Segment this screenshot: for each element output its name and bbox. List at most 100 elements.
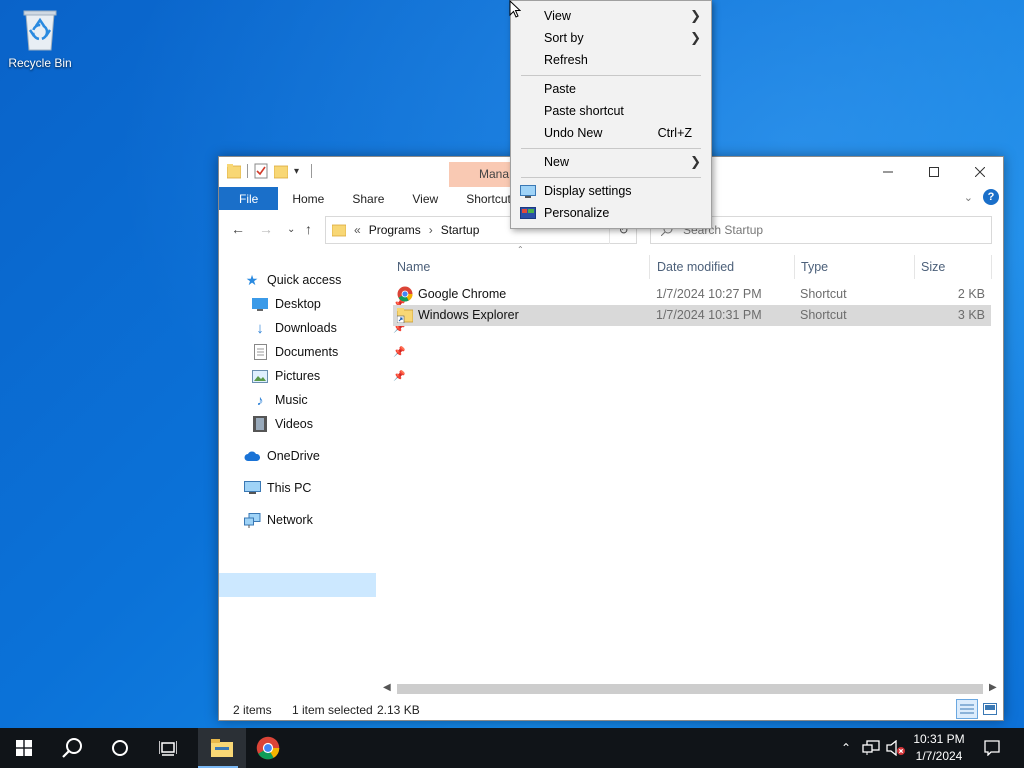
column-divider[interactable] [794, 255, 795, 279]
horizontal-scrollbar[interactable]: ◀ ▶ [381, 682, 1003, 696]
scroll-left-icon[interactable]: ◀ [383, 682, 391, 693]
task-view-button[interactable] [144, 728, 192, 768]
nav-desktop[interactable]: Desktop 📌 [251, 293, 405, 315]
taskbar-chrome[interactable] [244, 728, 292, 768]
cortana-button[interactable] [96, 728, 144, 768]
new-folder-icon[interactable] [274, 163, 288, 179]
menu-item-paste[interactable]: Paste [511, 78, 711, 100]
column-header-date-modified[interactable]: Date modified [657, 253, 734, 281]
nav-pictures-label: Pictures [275, 369, 321, 383]
minimize-button[interactable] [865, 157, 911, 187]
toolbar-divider [311, 164, 313, 178]
menu-item-label: View [544, 9, 571, 23]
folder-icon [332, 224, 346, 237]
nav-this-pc-label: This PC [267, 481, 312, 495]
nav-network[interactable]: Network [243, 509, 313, 531]
breadcrumb-separator-icon[interactable]: › [429, 223, 433, 237]
large-icons-view-button[interactable] [979, 699, 1001, 719]
taskbar: ⌃ 10:31 PM 1/7/2024 [0, 728, 1024, 768]
nav-quick-access-label: Quick access [267, 273, 342, 287]
forward-icon[interactable]: → [259, 221, 273, 237]
customize-toolbar-icon[interactable]: ▾ [294, 166, 299, 177]
menu-item-label: Paste [544, 82, 576, 96]
menu-item-new[interactable]: New ❯ [511, 151, 711, 173]
search-button[interactable] [48, 728, 96, 768]
menu-separator [521, 177, 701, 178]
nav-onedrive-label: OneDrive [267, 449, 320, 463]
nav-pictures[interactable]: Pictures 📌 [251, 365, 405, 387]
column-header-name[interactable]: Name [397, 253, 430, 281]
windows-logo-icon [16, 740, 32, 756]
file-date-modified: 1/7/2024 10:27 PM [656, 287, 762, 301]
recycle-bin-label: Recycle Bin [8, 56, 72, 70]
start-button[interactable] [0, 728, 48, 768]
tab-share[interactable]: Share [338, 187, 398, 210]
menu-item-label: Paste shortcut [544, 104, 624, 118]
help-icon[interactable]: ? [983, 189, 999, 205]
folder-icon [227, 164, 241, 179]
address-overflow[interactable]: « [354, 223, 361, 237]
nav-quick-access[interactable]: ★ Quick access [243, 269, 342, 291]
menu-item-undo-new[interactable]: Undo New Ctrl+Z [511, 122, 711, 144]
properties-icon[interactable] [254, 163, 268, 179]
toolbar-divider [247, 164, 248, 178]
nav-downloads[interactable]: ↓ Downloads 📌 [251, 317, 405, 339]
menu-item-display-settings[interactable]: Display settings [511, 180, 711, 202]
nav-videos[interactable]: Videos [251, 413, 313, 435]
network-tray-button[interactable] [860, 728, 882, 768]
tab-home[interactable]: Home [278, 187, 338, 210]
file-row-selected[interactable]: Windows Explorer 1/7/2024 10:31 PM Short… [393, 305, 991, 326]
details-view-button[interactable] [956, 699, 978, 719]
status-bar: 2 items 1 item selected 2.13 KB [219, 699, 1003, 721]
close-button[interactable] [957, 157, 1003, 187]
taskbar-file-explorer[interactable] [198, 728, 246, 768]
scrollbar-thumb[interactable] [397, 684, 983, 694]
column-divider[interactable] [991, 255, 992, 279]
cortana-icon [112, 740, 128, 756]
back-icon[interactable]: ← [231, 221, 245, 237]
menu-item-sort-by[interactable]: Sort by ❯ [511, 27, 711, 49]
nav-this-pc[interactable]: This PC [243, 477, 311, 499]
tab-file[interactable]: File [219, 187, 279, 210]
nav-downloads-label: Downloads [275, 321, 337, 335]
expand-ribbon-icon[interactable]: ⌄ [964, 191, 973, 204]
nav-network-label: Network [267, 513, 313, 527]
nav-music[interactable]: ♪ Music [251, 389, 308, 411]
desktop-icon [251, 296, 269, 312]
nav-documents[interactable]: Documents 📌 [251, 341, 405, 363]
tab-view[interactable]: View [398, 187, 452, 210]
menu-item-label: Personalize [544, 206, 610, 220]
column-header-type[interactable]: Type [801, 253, 828, 281]
action-center-button[interactable] [978, 728, 1006, 768]
recycle-bin[interactable]: Recycle Bin [4, 6, 76, 70]
pictures-icon [251, 368, 269, 384]
submenu-arrow-icon: ❯ [690, 30, 701, 45]
desktop-context-menu: View ❯ Sort by ❯ Refresh Paste Paste sho… [510, 0, 712, 229]
breadcrumb-programs[interactable]: Programs [369, 223, 421, 237]
nav-onedrive[interactable]: OneDrive [243, 445, 320, 467]
close-icon [975, 167, 985, 177]
menu-item-personalize[interactable]: Personalize [511, 202, 711, 224]
menu-item-view[interactable]: View ❯ [511, 5, 711, 27]
file-row[interactable]: Google Chrome 1/7/2024 10:27 PM Shortcut… [393, 284, 991, 305]
manage-tab-header[interactable]: Mana [449, 162, 513, 187]
menu-item-paste-shortcut[interactable]: Paste shortcut [511, 100, 711, 122]
show-hidden-icons-button[interactable]: ⌃ [836, 728, 856, 768]
nav-selection-highlight [219, 573, 376, 597]
breadcrumb-startup[interactable]: Startup [441, 223, 480, 237]
scroll-right-icon[interactable]: ▶ [989, 682, 997, 693]
navigation-pane: ★ Quick access Desktop 📌 ↓ Downloads 📌 D… [219, 253, 405, 683]
menu-item-refresh[interactable]: Refresh [511, 49, 711, 71]
column-header-size[interactable]: Size [921, 253, 945, 281]
column-divider[interactable] [914, 255, 915, 279]
file-date-modified: 1/7/2024 10:31 PM [656, 308, 762, 322]
file-name: Windows Explorer [418, 308, 519, 322]
volume-tray-button[interactable] [884, 728, 908, 768]
recent-locations-icon[interactable]: ⌄ [287, 224, 295, 235]
clock[interactable]: 10:31 PM 1/7/2024 [906, 731, 972, 765]
column-divider[interactable] [649, 255, 650, 279]
file-size: 2 KB [957, 287, 985, 301]
menu-item-label: Refresh [544, 53, 588, 67]
maximize-button[interactable] [911, 157, 957, 187]
up-icon[interactable]: ↑ [305, 221, 312, 237]
